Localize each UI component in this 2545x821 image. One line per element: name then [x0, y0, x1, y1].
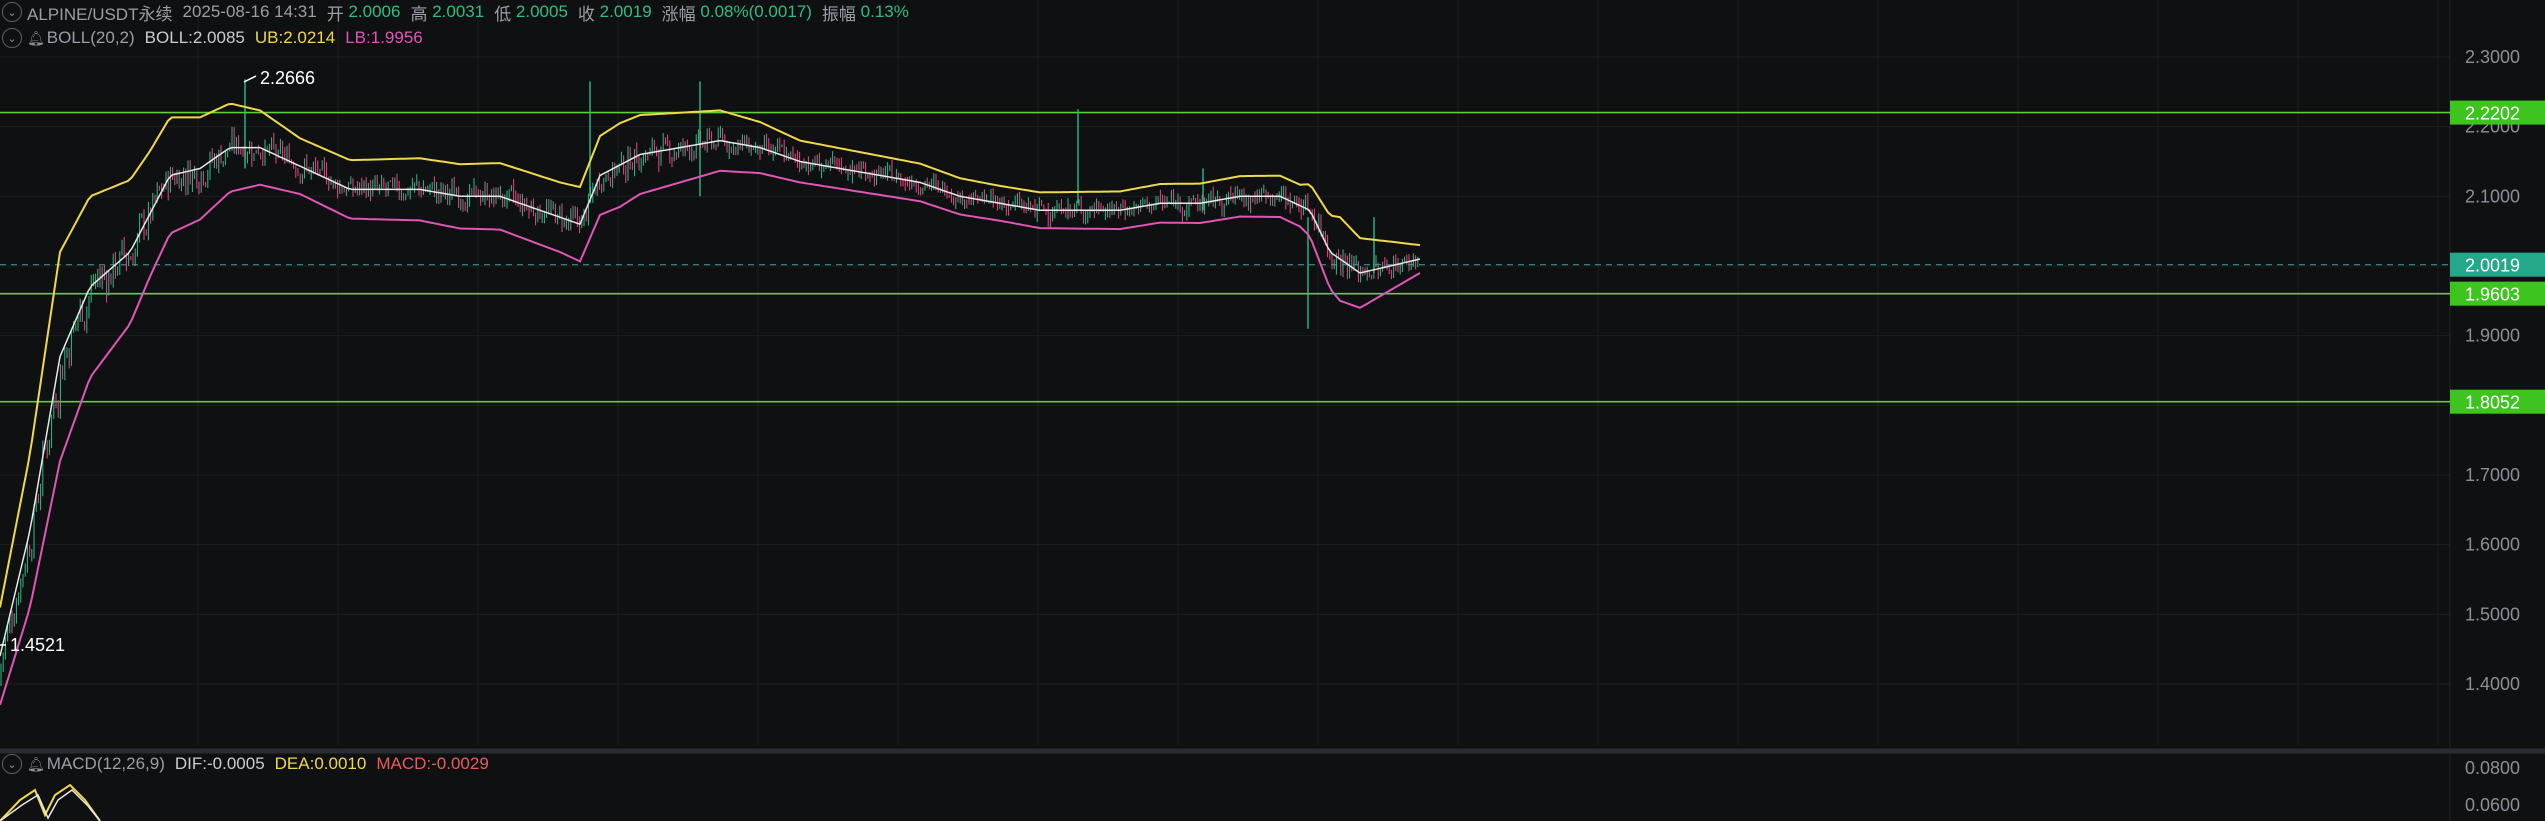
price-tick-label: 1.4000 [2465, 674, 2520, 694]
price-tick-label: 2.1000 [2465, 186, 2520, 206]
macd-dif-value: DIF:-0.0005 [174, 754, 265, 773]
price-level-label: 1.8052 [2465, 393, 2520, 413]
macd-pane [0, 783, 101, 821]
low-price-marker: 1.4521 [10, 635, 65, 655]
amplitude-label: 振幅 [821, 4, 856, 24]
open-label: 开 [326, 4, 344, 24]
change-label: 涨幅 [661, 4, 696, 24]
high-price-marker: 2.2666 [260, 68, 315, 88]
chart-grid [0, 0, 2451, 821]
bell-icon[interactable]: 🔔︎ [27, 30, 45, 47]
price-tick-label: 2.3000 [2465, 47, 2520, 67]
price-level-label: 1.9603 [2465, 285, 2520, 305]
close-value: 2.0019 [599, 2, 652, 21]
high-value: 2.0031 [432, 2, 485, 21]
open-value: 2.0006 [348, 2, 401, 21]
price-tick-label: 1.5000 [2465, 604, 2520, 624]
change-value: 0.08%(0.0017) [700, 2, 812, 21]
chevron-down-icon[interactable]: ⌄ [2, 754, 22, 774]
price-tick-label: 1.7000 [2465, 465, 2520, 485]
price-level-labels[interactable]: 2.2202 2.0019 1.9603 1.8052 [2450, 100, 2545, 414]
candle-datetime: 2025-08-16 14:31 [182, 2, 317, 21]
boll-upper-band [0, 102, 1421, 608]
chevron-down-icon[interactable]: ⌄ [2, 2, 22, 22]
candlesticks [0, 79, 1419, 687]
boll-indicator-name[interactable]: BOLL(20,2) [47, 28, 135, 48]
macd-legend: ⌄ 🔔︎ MACD(12,26,9) DIF:-0.0005 DEA:0.001… [0, 752, 499, 776]
price-chart[interactable]: 2.2666 1.4521 2.30002.20002.10001.90001.… [0, 0, 2545, 821]
macd-tick-label: 0.0600 [2465, 795, 2520, 815]
price-level-lines[interactable] [0, 111, 2450, 403]
price-level-label: 2.0019 [2465, 256, 2520, 276]
boll-legend: ⌄ 🔔︎ BOLL(20,2) BOLL:2.0085 UB:2.0214 LB… [0, 26, 433, 50]
low-label: 低 [494, 4, 512, 24]
boll-middle-band [0, 139, 1421, 657]
close-label: 收 [577, 4, 595, 24]
price-tick-label: 1.6000 [2465, 535, 2520, 555]
ohlc-header: ⌄ ALPINE/USDT永续 2025-08-16 14:31 开 2.000… [0, 0, 919, 24]
boll-lower-band [0, 169, 1421, 706]
price-axis[interactable]: 2.30002.20002.10001.90001.70001.60001.50… [2465, 47, 2520, 694]
low-value: 2.0005 [515, 2, 568, 21]
boll-mid-value: BOLL:2.0085 [144, 28, 245, 47]
symbol-name[interactable]: ALPINE/USDT永续 [27, 0, 172, 25]
macd-indicator-name[interactable]: MACD(12,26,9) [47, 754, 165, 774]
high-label: 高 [410, 4, 428, 24]
chevron-down-icon[interactable]: ⌄ [2, 28, 22, 48]
boll-ub-value: UB:2.0214 [254, 28, 336, 47]
price-tick-label: 1.9000 [2465, 326, 2520, 346]
boll-lb-value: LB:1.9956 [345, 28, 423, 47]
macd-axis: 0.0800 0.0600 [2465, 758, 2520, 815]
macd-hist-value: MACD:-0.0029 [376, 754, 489, 773]
amplitude-value: 0.13% [860, 2, 909, 21]
macd-dea-value: DEA:0.0010 [274, 754, 367, 773]
extreme-markers: 2.2666 1.4521 [0, 68, 315, 655]
macd-tick-label: 0.0800 [2465, 758, 2520, 778]
bell-icon[interactable]: 🔔︎ [27, 756, 45, 773]
price-level-label: 2.2202 [2465, 104, 2520, 124]
